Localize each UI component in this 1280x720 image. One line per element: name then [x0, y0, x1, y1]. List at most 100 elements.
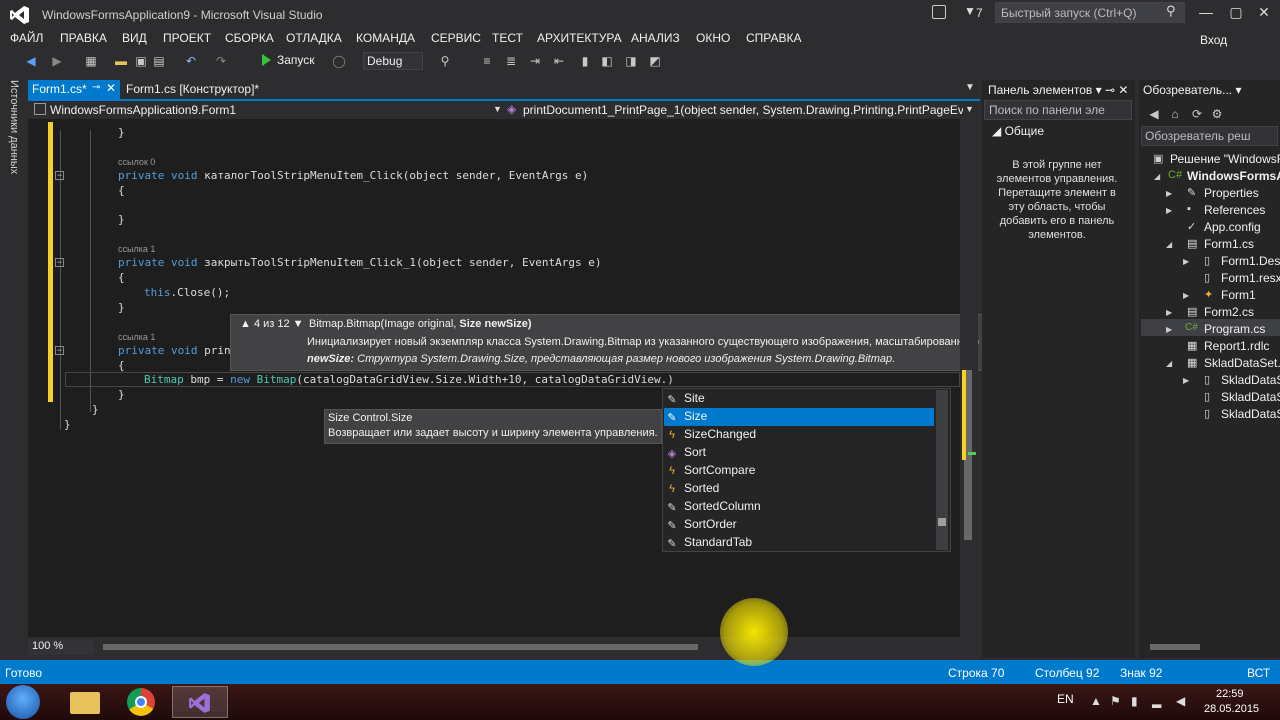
menu-analyze[interactable]: АНАЛИЗ — [631, 31, 680, 45]
tab-form1-designer[interactable]: Form1.cs [Конструктор]* — [126, 82, 259, 96]
completion-item[interactable]: Sorted — [664, 480, 934, 498]
close-button[interactable]: ✕ — [1254, 4, 1274, 22]
tab-list-dropdown-icon[interactable]: ▼ — [965, 82, 975, 93]
redo-icon[interactable]: ↷ — [214, 54, 228, 68]
menu-test[interactable]: ТЕСТ — [492, 31, 523, 45]
completion-scroll-thumb[interactable] — [938, 518, 946, 526]
sync-icon[interactable]: ⟳ — [1190, 107, 1204, 121]
completion-item[interactable]: StandardTab — [664, 534, 934, 552]
tree-item-form1cs[interactable]: Form1.cs — [1204, 237, 1254, 251]
menu-team[interactable]: КОМАНДА — [356, 31, 415, 45]
tree-item-references[interactable]: References — [1204, 203, 1265, 217]
members-dropdown[interactable]: printDocument1_PrintPage_1(object sender… — [523, 103, 963, 117]
completion-item[interactable]: SortOrder — [664, 516, 934, 534]
tree-item-programcs[interactable]: Program.cs — [1204, 322, 1265, 336]
tree-item-dataset-child[interactable]: SkladDataS — [1221, 390, 1280, 404]
zoom-select[interactable]: 100 % — [28, 639, 94, 655]
collapsed-arrow-icon[interactable]: ▶ — [1183, 376, 1189, 385]
comment-icon[interactable]: ≡ — [480, 54, 494, 68]
menu-view[interactable]: ВИД — [122, 31, 147, 45]
reference-count[interactable]: ссылок 0 — [118, 157, 155, 167]
tree-item-dataset[interactable]: SkladDataSet.x — [1204, 356, 1280, 370]
menu-edit[interactable]: ПРАВКА — [60, 31, 107, 45]
menu-build[interactable]: СБОРКА — [225, 31, 274, 45]
save-icon[interactable]: ▣ — [134, 54, 148, 68]
attach-icon[interactable]: ◯ — [332, 54, 346, 68]
tree-item-appconfig[interactable]: App.config — [1204, 220, 1261, 234]
tree-item-dataset-child[interactable]: SkladDataS — [1221, 407, 1280, 421]
collapse-icon[interactable]: − — [55, 258, 64, 267]
collapsed-arrow-icon[interactable]: ▶ — [1183, 257, 1189, 266]
language-indicator[interactable]: EN — [1057, 692, 1074, 706]
notification-icon[interactable] — [932, 5, 946, 19]
toolbox-search-input[interactable]: Поиск по панели эле — [984, 100, 1132, 120]
expand-arrow-icon[interactable]: ◢ — [1166, 359, 1172, 368]
menu-architecture[interactable]: АРХИТЕКТУРА — [537, 31, 622, 45]
maximize-button[interactable]: ▢ — [1226, 4, 1246, 22]
search-icon[interactable]: ⚲ — [1166, 3, 1176, 19]
overload-counter[interactable]: ▲ 4 из 12 ▼ — [240, 318, 304, 330]
tree-item-form1designer[interactable]: Form1.Des — [1221, 254, 1280, 268]
clock-date[interactable]: 28.05.2015 — [1204, 703, 1259, 715]
network-icon[interactable]: ▂ — [1152, 694, 1161, 708]
completion-item[interactable]: Sort — [664, 444, 934, 462]
quick-launch-input[interactable]: Быстрый запуск (Ctrl+Q) — [995, 2, 1185, 23]
visual-studio-taskbar-icon[interactable] — [172, 686, 228, 718]
tree-item-report[interactable]: Report1.rdlc — [1204, 339, 1269, 353]
completion-item[interactable]: SortCompare — [664, 462, 934, 480]
clear-bookmarks-icon[interactable]: ◩ — [648, 54, 662, 68]
completion-scrollbar[interactable] — [936, 390, 948, 550]
battery-icon[interactable]: ▮ — [1131, 694, 1138, 708]
toolbox-group-general[interactable]: ◢ Общие — [992, 124, 1044, 138]
collapse-icon[interactable]: − — [55, 171, 64, 180]
chevron-down-icon[interactable]: ▼ — [493, 104, 502, 114]
expand-arrow-icon[interactable]: ◢ — [1166, 240, 1172, 249]
completion-item-selected[interactable]: Size — [664, 408, 934, 426]
completion-item[interactable]: SortedColumn — [664, 498, 934, 516]
prev-bookmark-icon[interactable]: ◧ — [600, 54, 614, 68]
reference-count[interactable]: ссылка 1 — [118, 244, 155, 254]
data-sources-tab[interactable]: Источники данных — [4, 80, 20, 174]
collapsed-arrow-icon[interactable]: ▶ — [1166, 325, 1172, 334]
clock-time[interactable]: 22:59 — [1216, 688, 1244, 700]
tree-item-form1class[interactable]: Form1 — [1221, 288, 1256, 302]
solution-horizontal-scroll-thumb[interactable] — [1150, 644, 1200, 650]
bookmark-icon[interactable]: ▮ — [578, 54, 592, 68]
tree-item-solution[interactable]: Решение "WindowsF — [1170, 152, 1280, 166]
types-dropdown[interactable]: WindowsFormsApplication9.Form1 — [50, 103, 236, 117]
indent-icon[interactable]: ⇥ — [528, 54, 542, 68]
save-all-icon[interactable]: ▤ — [152, 54, 166, 68]
start-button[interactable] — [6, 685, 40, 719]
uncomment-icon[interactable]: ≣ — [504, 54, 518, 68]
flag-icon[interactable]: ⚑ — [1110, 694, 1121, 708]
reference-count[interactable]: ссылка 1 — [118, 332, 155, 342]
collapse-icon[interactable]: − — [55, 346, 64, 355]
close-tab-icon[interactable]: ✕ — [106, 81, 116, 95]
tree-item-properties[interactable]: Properties — [1204, 186, 1259, 200]
collapsed-arrow-icon[interactable]: ▶ — [1166, 206, 1172, 215]
pin-icon[interactable]: ⊸ — [92, 82, 100, 93]
run-button[interactable]: Запуск — [277, 53, 315, 67]
settings-icon[interactable]: ⚙ — [1210, 107, 1224, 121]
run-icon[interactable] — [262, 54, 271, 66]
solution-config-select[interactable]: Debug — [363, 52, 423, 70]
horizontal-scroll-thumb[interactable] — [103, 644, 698, 650]
menu-project[interactable]: ПРОЕКТ — [163, 31, 211, 45]
menu-debug[interactable]: ОТЛАДКА — [286, 31, 342, 45]
home-icon[interactable]: ⌂ — [1168, 107, 1182, 121]
find-icon[interactable]: ⚲ — [438, 54, 452, 68]
forward-icon[interactable]: ▶ — [50, 54, 64, 68]
new-project-icon[interactable]: ▦ — [84, 54, 98, 68]
completion-item[interactable]: SizeChanged — [664, 426, 934, 444]
explorer-taskbar-icon[interactable] — [58, 686, 114, 718]
minimize-button[interactable]: — — [1196, 4, 1216, 22]
next-bookmark-icon[interactable]: ◨ — [624, 54, 638, 68]
tree-item-form1resx[interactable]: Form1.resx — [1221, 271, 1280, 285]
chevron-down-icon[interactable]: ▼ — [965, 104, 974, 114]
chrome-taskbar-icon[interactable] — [114, 686, 170, 718]
feedback-filter-icon[interactable]: ▼ — [964, 4, 976, 18]
sign-in-link[interactable]: Вход — [1200, 33, 1227, 47]
tray-arrow-icon[interactable]: ▲ — [1090, 694, 1102, 708]
menu-tools[interactable]: СЕРВИС — [431, 31, 481, 45]
menu-window[interactable]: ОКНО — [696, 31, 730, 45]
